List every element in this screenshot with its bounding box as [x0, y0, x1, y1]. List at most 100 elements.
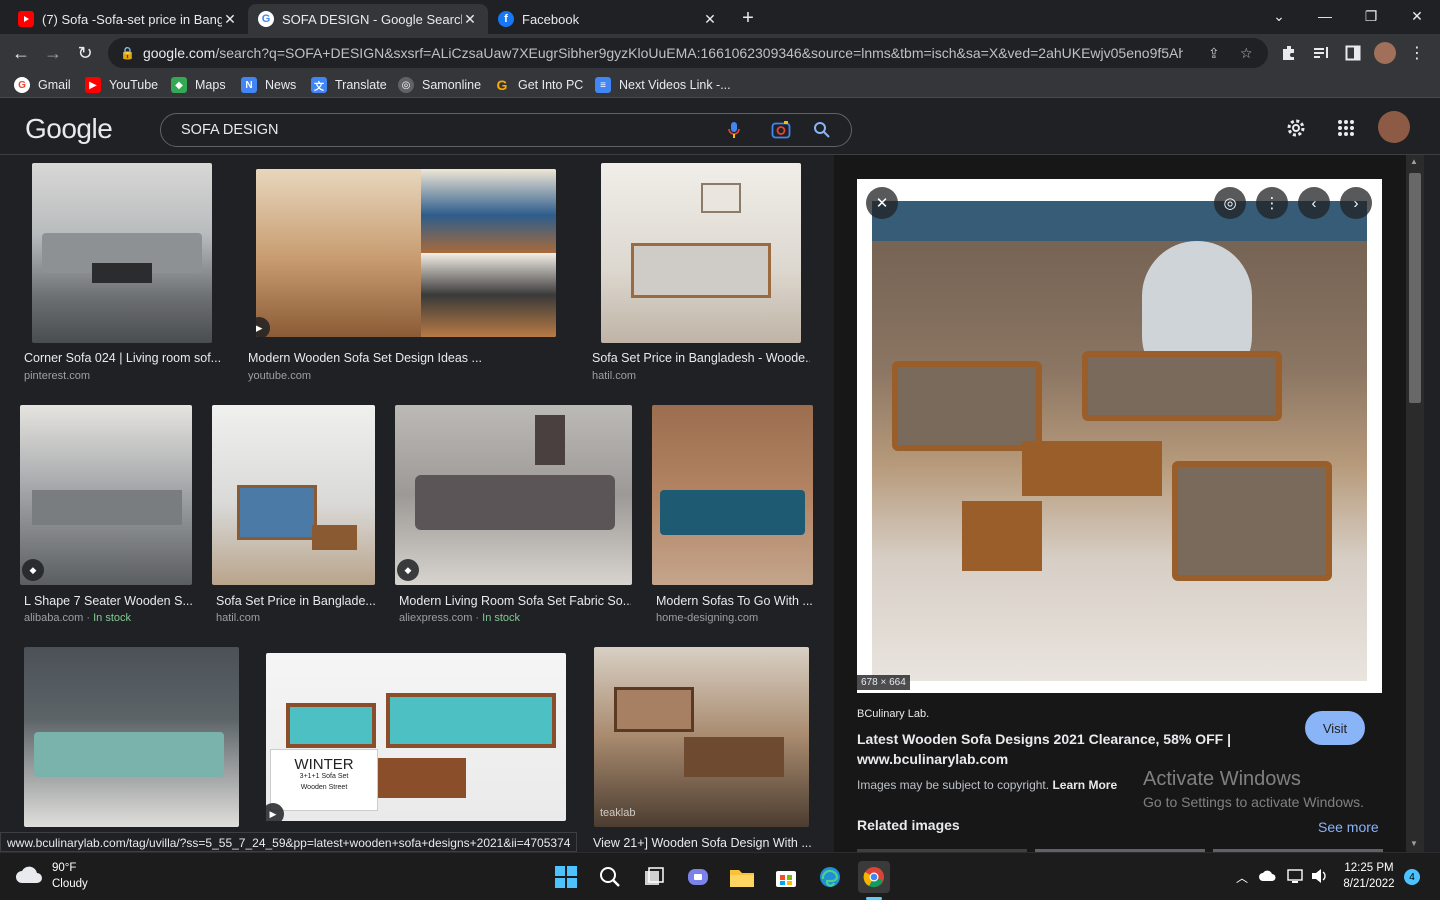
restore-button[interactable]: ❐ — [1348, 0, 1394, 32]
result-card[interactable]: ◆ Modern Living Room Sofa Set Fabric So.… — [395, 405, 635, 627]
bookmark-translate[interactable]: 文 Translate — [311, 76, 387, 94]
bookmark-gmail[interactable]: G Gmail — [14, 76, 71, 94]
result-caption[interactable]: View 21+] Wooden Sofa Design With ... — [593, 836, 811, 850]
scrollbar-thumb[interactable] — [1409, 173, 1421, 403]
teams-chat-icon[interactable] — [682, 861, 714, 893]
bookmarks-bar: G Gmail ▶ YouTube ◆ Maps N News 文 Transl… — [0, 72, 1440, 98]
result-card[interactable] — [24, 647, 244, 847]
preview-image-frame[interactable] — [857, 179, 1382, 693]
lock-icon[interactable]: 🔒 — [120, 46, 135, 60]
microsoft-store-icon[interactable] — [770, 861, 802, 893]
extensions-icon[interactable] — [1278, 42, 1300, 64]
result-card[interactable]: teaklab View 21+] Wooden Sofa Design Wit… — [593, 647, 814, 852]
address-bar[interactable]: 🔒 google.com/search?q=SOFA+DESIGN&sxsrf=… — [108, 38, 1268, 68]
minimize-button[interactable]: — — [1302, 0, 1348, 32]
onedrive-cloud-icon[interactable] — [1259, 868, 1277, 887]
result-image[interactable]: ▶ — [256, 169, 556, 337]
result-card[interactable]: Sofa Set Price in Bangladesh - Woode... … — [592, 163, 812, 383]
result-card[interactable]: ◆ L Shape 7 Seater Wooden S... alibaba.c… — [20, 405, 200, 627]
result-image[interactable] — [24, 647, 239, 827]
previous-icon[interactable]: ‹ — [1298, 187, 1330, 219]
result-caption[interactable]: Sofa Set Price in Banglade... — [216, 594, 376, 608]
back-button[interactable]: ← — [6, 38, 36, 68]
network-icon[interactable] — [1287, 868, 1305, 889]
result-caption[interactable]: Corner Sofa 024 | Living room sof... — [24, 351, 220, 365]
result-image[interactable]: WINTER 3+1+1 Sofa Set Wooden Street ▶ — [266, 653, 566, 821]
result-caption[interactable]: Modern Wooden Sofa Set Design Ideas ... — [248, 351, 548, 365]
media-control-icon[interactable] — [1310, 42, 1332, 64]
preview-title[interactable]: Latest Wooden Sofa Designs 2021 Clearanc… — [857, 729, 1257, 769]
forward-button[interactable]: → — [38, 38, 68, 68]
result-card[interactable]: ▶ Modern Wooden Sofa Set Design Ideas ..… — [248, 163, 558, 383]
result-caption[interactable]: Modern Sofas To Go With ... — [656, 594, 816, 608]
result-image[interactable]: ◆ — [20, 405, 192, 585]
mic-icon[interactable] — [727, 121, 741, 144]
settings-gear-icon[interactable] — [1285, 117, 1307, 144]
bookmark-maps[interactable]: ◆ Maps — [171, 76, 226, 94]
search-icon[interactable] — [594, 861, 626, 893]
close-tab-icon[interactable]: ✕ — [702, 11, 718, 28]
clock-date[interactable]: 8/21/2022 — [1337, 878, 1401, 890]
task-view-icon[interactable] — [638, 861, 670, 893]
close-tab-icon[interactable]: ✕ — [222, 11, 238, 28]
start-icon[interactable] — [550, 861, 582, 893]
chrome-taskbar-icon[interactable] — [858, 861, 890, 893]
result-card[interactable]: Modern Sofas To Go With ... home-designi… — [652, 405, 817, 627]
next-icon[interactable]: › — [1340, 187, 1372, 219]
tab-search-icon[interactable]: ⌄ — [1256, 0, 1302, 32]
side-panel-icon[interactable] — [1342, 42, 1364, 64]
reload-button[interactable]: ↻ — [70, 38, 100, 68]
file-explorer-icon[interactable] — [726, 861, 758, 893]
tab-youtube[interactable]: (7) Sofa -Sofa-set price in Bangla ✕ — [8, 4, 248, 34]
search-icon[interactable] — [813, 121, 831, 144]
tab-title: Facebook — [522, 11, 580, 27]
result-image[interactable] — [601, 163, 801, 343]
bookmark-youtube[interactable]: ▶ YouTube — [85, 76, 158, 94]
visit-button[interactable]: Visit — [1305, 711, 1365, 745]
source-site-name[interactable]: BCulinary Lab. — [857, 708, 929, 720]
profile-avatar[interactable] — [1374, 42, 1396, 64]
tab-google-search[interactable]: G SOFA DESIGN - Google Search ✕ — [248, 4, 488, 34]
result-image[interactable]: ◆ — [395, 405, 632, 585]
close-window-button[interactable]: ✕ — [1394, 0, 1440, 32]
result-caption[interactable]: Modern Living Room Sofa Set Fabric So... — [399, 594, 631, 608]
close-icon[interactable]: ✕ — [866, 187, 898, 219]
google-logo[interactable]: Google — [25, 113, 113, 145]
result-image[interactable] — [652, 405, 813, 585]
bookmark-star-icon[interactable]: ☆ — [1240, 45, 1253, 62]
lens-icon[interactable] — [771, 121, 791, 144]
share-icon[interactable]: ⇪ — [1208, 45, 1220, 62]
clock-time[interactable]: 12:25 PM — [1337, 862, 1401, 874]
result-image[interactable] — [32, 163, 212, 343]
search-input[interactable] — [181, 122, 681, 138]
bookmark-get-into-pc[interactable]: G Get Into PC — [494, 76, 584, 94]
notification-badge[interactable]: 4 — [1404, 869, 1420, 885]
weather-widget[interactable] — [14, 863, 44, 890]
bookmark-news[interactable]: N News — [241, 76, 296, 94]
result-image[interactable]: teaklab — [594, 647, 809, 827]
edge-browser-icon[interactable] — [814, 861, 846, 893]
result-card[interactable]: Corner Sofa 024 | Living room sof... pin… — [24, 163, 224, 383]
account-avatar[interactable] — [1378, 111, 1410, 143]
result-caption[interactable]: Sofa Set Price in Bangladesh - Woode... — [592, 351, 810, 365]
bookmark-next-videos[interactable]: ≡ Next Videos Link -... — [595, 76, 731, 94]
result-image[interactable] — [212, 405, 375, 585]
learn-more-link[interactable]: Learn More — [1052, 778, 1117, 792]
volume-icon[interactable] — [1311, 868, 1329, 889]
apps-grid-icon[interactable] — [1337, 119, 1355, 142]
result-card[interactable]: Sofa Set Price in Banglade... hatil.com — [212, 405, 382, 627]
more-options-icon[interactable]: ⋮ — [1256, 187, 1288, 219]
scroll-down-arrow-icon[interactable]: ▼ — [1410, 839, 1418, 848]
page-scrollbar[interactable]: ▲ ▼ — [1406, 155, 1424, 852]
chrome-menu-icon[interactable]: ⋮ — [1406, 42, 1428, 64]
result-card[interactable]: WINTER 3+1+1 Sofa Set Wooden Street ▶ — [266, 647, 571, 847]
show-hidden-icons-chevron-icon[interactable]: ︿ — [1236, 869, 1248, 886]
lens-search-icon[interactable]: ◎ — [1214, 187, 1246, 219]
scroll-up-arrow-icon[interactable]: ▲ — [1410, 157, 1418, 166]
tab-facebook[interactable]: f Facebook ✕ — [488, 4, 728, 34]
close-tab-icon[interactable]: ✕ — [462, 11, 478, 28]
new-tab-button[interactable]: + — [736, 6, 760, 30]
bookmark-samonline[interactable]: ◎ Samonline — [398, 76, 481, 94]
see-more-link[interactable]: See more — [1318, 819, 1379, 835]
result-caption[interactable]: L Shape 7 Seater Wooden S... — [24, 594, 200, 608]
